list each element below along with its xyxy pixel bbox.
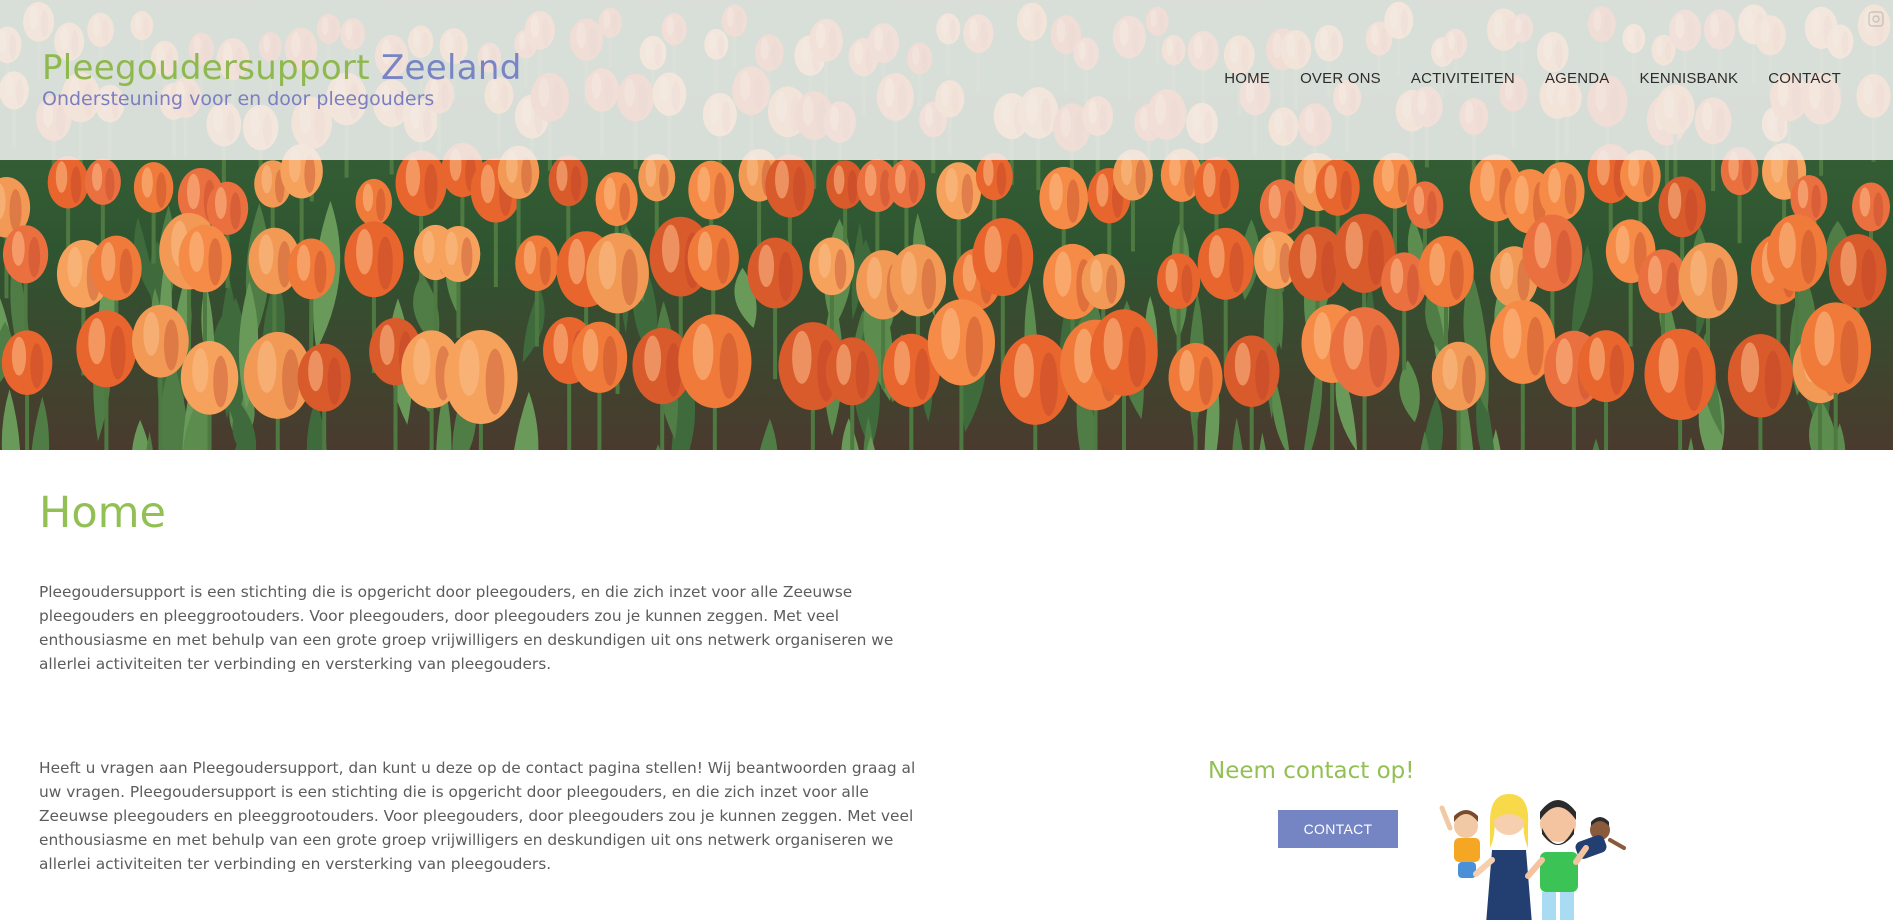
family-illustration	[1439, 794, 1626, 920]
site-header: Pleegoudersupport Zeeland Ondersteuning …	[0, 0, 1893, 160]
site-title[interactable]: Pleegoudersupport Zeeland	[42, 48, 522, 88]
brand[interactable]: Pleegoudersupport Zeeland Ondersteuning …	[42, 48, 522, 110]
site-title-part2: Zeeland	[380, 48, 522, 88]
nav-activiteiten[interactable]: ACTIVITEITEN	[1411, 70, 1515, 87]
nav-kennisbank[interactable]: KENNISBANK	[1640, 70, 1739, 87]
nav-contact[interactable]: CONTACT	[1768, 70, 1841, 87]
nav-home[interactable]: HOME	[1224, 70, 1270, 87]
intro-paragraph: Pleegoudersupport is een stichting die i…	[39, 583, 894, 673]
nav-over-ons[interactable]: OVER ONS	[1300, 70, 1381, 87]
page-title: Home	[39, 488, 166, 538]
contact-cta-title: Neem contact op!	[1208, 758, 1415, 784]
questions-paragraph: Heeft u vragen aan Pleegoudersupport, da…	[39, 759, 916, 873]
contact-button[interactable]: CONTACT	[1278, 810, 1398, 848]
expand-icon[interactable]	[1867, 10, 1885, 28]
main-nav: HOME OVER ONS ACTIVITEITEN AGENDA KENNIS…	[1224, 70, 1841, 87]
site-tagline: Ondersteuning voor en door pleegouders	[42, 88, 435, 110]
site-title-part1: Pleegoudersupport	[42, 48, 370, 88]
nav-agenda[interactable]: AGENDA	[1545, 70, 1610, 87]
